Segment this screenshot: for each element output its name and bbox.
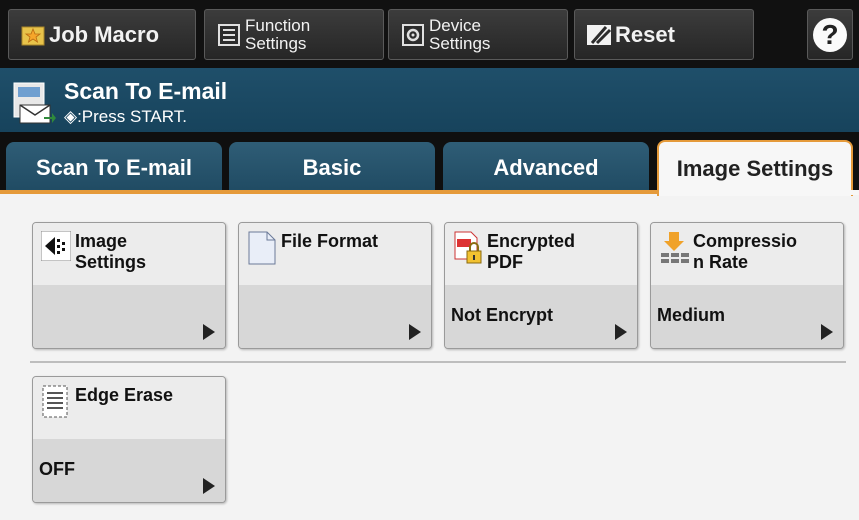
- reset-button[interactable]: Reset: [574, 9, 754, 60]
- top-toolbar: Job Macro Function Settings Device Setti…: [0, 0, 859, 68]
- encrypted-pdf-icon: [453, 231, 483, 264]
- divider: [30, 361, 846, 363]
- tile-label: PDF: [487, 252, 523, 272]
- compression-rate-icon: [659, 231, 689, 263]
- tab-bar: Scan To E-mail Basic Advanced Image Sett…: [0, 132, 859, 196]
- edge-erase-tile[interactable]: Edge Erase OFF: [32, 376, 226, 503]
- tile-label: File Format: [281, 231, 379, 251]
- tab-scan-to-email[interactable]: Scan To E-mail: [6, 142, 222, 194]
- tab-image-settings[interactable]: Image Settings: [657, 140, 853, 196]
- function-settings-button[interactable]: Function Settings: [204, 9, 384, 60]
- edge-erase-icon: [41, 385, 71, 418]
- star-folder-icon: [19, 21, 47, 49]
- page-title: Scan To E-mail: [64, 78, 228, 104]
- mode-header: Scan To E-mail ◈:Press START.: [0, 68, 859, 132]
- arrow-right-icon: [409, 324, 421, 340]
- tile-label: Edge Erase: [75, 385, 174, 405]
- image-settings-icon: [40, 230, 72, 262]
- image-settings-tile[interactable]: Image Settings: [32, 222, 226, 349]
- encrypted-pdf-tile[interactable]: Encrypted PDF Not Encrypt: [444, 222, 638, 349]
- compression-rate-tile[interactable]: Compressio n Rate Medium: [650, 222, 844, 349]
- arrow-right-icon: [203, 478, 215, 494]
- tile-value: OFF: [39, 459, 75, 479]
- list-settings-icon: [215, 21, 243, 49]
- arrow-right-icon: [821, 324, 833, 340]
- help-button[interactable]: ?: [807, 9, 853, 60]
- help-icon: ?: [813, 17, 847, 52]
- file-format-tile[interactable]: File Format: [238, 222, 432, 349]
- tile-label: n Rate: [693, 252, 749, 272]
- file-format-icon: [247, 231, 277, 265]
- device-settings-button[interactable]: Device Settings: [388, 9, 568, 60]
- scan-to-email-icon: [12, 81, 56, 125]
- reset-icon: [585, 21, 613, 49]
- tile-value: Not Encrypt: [451, 305, 554, 325]
- tab-advanced[interactable]: Advanced: [443, 142, 649, 194]
- tile-label: Encrypted: [487, 231, 576, 251]
- arrow-right-icon: [203, 324, 215, 340]
- device-gear-icon: [399, 21, 427, 49]
- tile-label: Compressio: [693, 231, 798, 251]
- arrow-right-icon: [615, 324, 627, 340]
- tile-label: Image: [75, 231, 128, 251]
- tab-basic[interactable]: Basic: [229, 142, 435, 194]
- status-message: ◈:Press START.: [64, 107, 187, 126]
- tile-label: Settings: [75, 252, 147, 272]
- job-macro-button[interactable]: Job Macro: [8, 9, 196, 60]
- tile-value: Medium: [657, 305, 726, 325]
